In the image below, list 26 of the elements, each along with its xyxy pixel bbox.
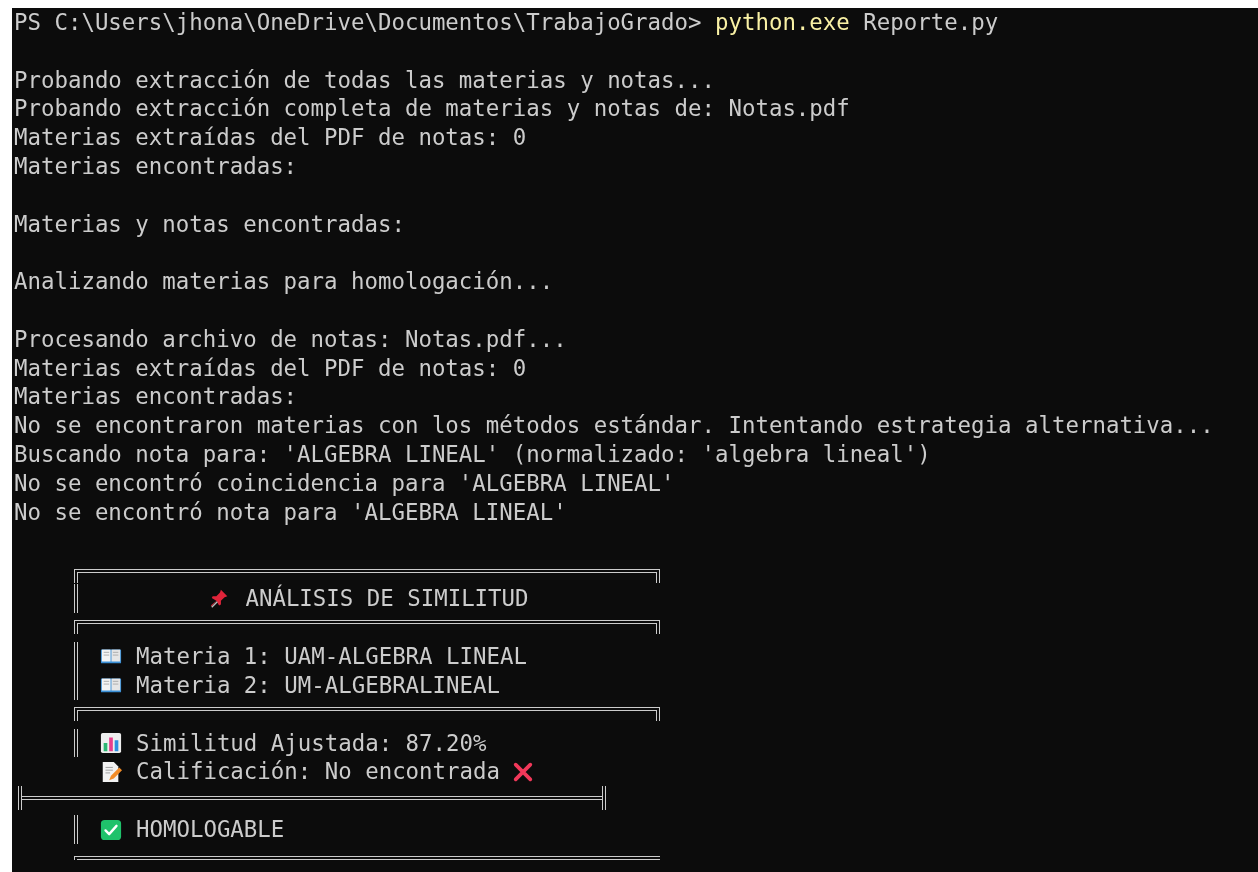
report-line: Materia 2: UM-ALGEBRALINEAL: [136, 670, 500, 700]
command-text: python.exe: [715, 9, 850, 35]
output-line: Analizando materias para homologación...: [14, 267, 555, 296]
report-line: Calificación: No encontrada: [136, 757, 500, 787]
bar-chart-icon: [100, 731, 122, 754]
box-title: ANÁLISIS DE SIMILITUD: [245, 584, 529, 613]
command-argument: Reporte.py: [863, 9, 999, 35]
output-line: No se encontraron materias con los métodos estándar. Intentando estrategia alternativa...: [14, 411, 1215, 440]
memo-pencil-icon: [100, 760, 122, 783]
output-line: Buscando nota para: 'ALGEBRA LINEAL' (normalizado: 'algebra lineal'): [14, 439, 932, 469]
output-line: Materias extraídas del PDF de notas: 0: [14, 353, 528, 383]
output-line: Materias y notas encontradas:: [14, 209, 406, 239]
report-line: Materia 1: UAM-ALGEBRA LINEAL: [136, 641, 527, 671]
output-line: Materias extraídas del PDF de notas: 0: [14, 123, 528, 152]
output-line: No se encontró coincidencia para 'ALGEBRA LINEAL': [14, 468, 676, 498]
output-line: Materias encontradas:: [14, 382, 299, 412]
prompt-path: PS C:\Users\jhona\OneDrive\Documentos\TrabajoGrado>: [14, 9, 702, 35]
report-line: HOMOLOGABLE: [136, 815, 285, 844]
check-mark-icon: [100, 818, 122, 841]
output-line: Probando extracción de todas las materias y notas...: [14, 65, 716, 95]
output-line: Procesando archivo de notas: Notas.pdf...: [14, 324, 568, 354]
output-line: Materias encontradas:: [14, 152, 299, 181]
output-line: No se encontró nota para 'ALGEBRA LINEAL': [14, 497, 568, 527]
cross-mark-icon: [511, 760, 534, 783]
report-line: Similitud Ajustada: 87.20%: [136, 728, 487, 758]
output-line: Probando extracción completa de materias y notas de: Notas.pdf: [14, 94, 851, 124]
